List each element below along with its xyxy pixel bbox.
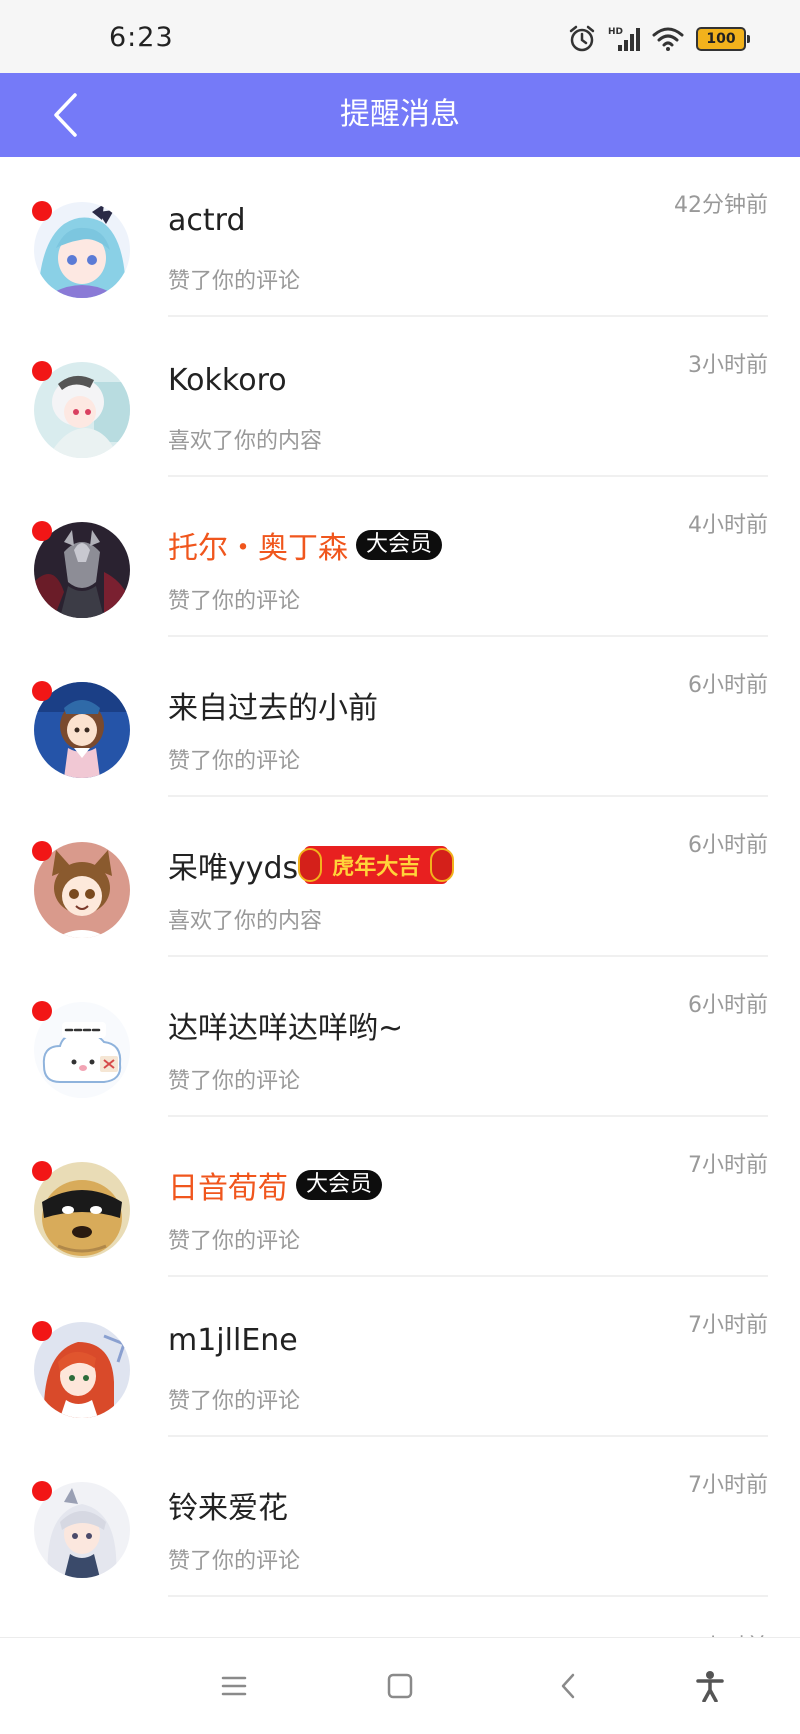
user-name-text: 日音荀荀 bbox=[168, 1171, 288, 1206]
accessibility-icon bbox=[696, 1671, 724, 1702]
unread-dot bbox=[32, 841, 52, 861]
notification-text: 赞了你的评论 bbox=[168, 1389, 301, 1414]
unread-dot bbox=[32, 1321, 52, 1341]
square-icon bbox=[387, 1673, 413, 1699]
list-item[interactable]: Kokkoro 喜欢了你的内容 3小时前 bbox=[0, 317, 800, 477]
notification-time: 6小时前 bbox=[688, 833, 768, 858]
notification-time: 7小时前 bbox=[688, 1473, 768, 1498]
user-name[interactable]: actrd bbox=[168, 203, 246, 238]
unread-dot bbox=[32, 681, 52, 701]
menu-icon bbox=[221, 1676, 247, 1696]
user-name-text: 铃来爱花 bbox=[168, 1491, 288, 1526]
user-name-text: m1jllEne bbox=[168, 1323, 298, 1358]
festival-badge: 虎年大吉 bbox=[298, 846, 455, 884]
vip-badge: 大会员 bbox=[356, 529, 443, 561]
hd-label: HD bbox=[608, 27, 623, 37]
notification-time: 6小时前 bbox=[688, 993, 768, 1018]
status-time: 6:23 bbox=[109, 22, 174, 53]
list-item[interactable]: 来自过去的小前 赞了你的评论 6小时前 bbox=[0, 637, 800, 797]
unread-dot bbox=[32, 1001, 52, 1021]
notification-time: 7小时前 bbox=[688, 1313, 768, 1338]
lantern-icon bbox=[430, 848, 455, 882]
user-name-text: 来自过去的小前 bbox=[168, 691, 378, 726]
notification-time: 3小时前 bbox=[688, 353, 768, 378]
app-header: 提醒消息 bbox=[0, 73, 800, 157]
unread-dot bbox=[32, 1481, 52, 1501]
status-icons: HD 100 bbox=[568, 22, 750, 56]
list-item[interactable]: 托尔・奥丁森 大会员 赞了你的评论 4小时前 bbox=[0, 477, 800, 637]
user-name[interactable]: 铃来爱花 bbox=[168, 1483, 288, 1527]
notification-list: actrd 赞了你的评论 42分钟前 Kokkoro 喜欢了你的内容 3小时前 bbox=[0, 157, 800, 1597]
nav-menu-button[interactable] bbox=[210, 1662, 258, 1710]
unread-dot bbox=[32, 521, 52, 541]
notification-time: 4小时前 bbox=[688, 513, 768, 538]
wifi-icon bbox=[652, 27, 684, 51]
notification-text: 喜欢了你的内容 bbox=[168, 909, 323, 934]
user-name[interactable]: 日音荀荀 大会员 bbox=[168, 1163, 383, 1207]
list-item[interactable]: 呆唯yyds 虎年大吉 喜欢了你的内容 6小时前 bbox=[0, 797, 800, 957]
user-name-text: 呆唯yyds bbox=[168, 851, 299, 886]
nav-home-button[interactable] bbox=[376, 1662, 424, 1710]
status-bar: 6:23 HD 100 bbox=[0, 0, 800, 73]
user-name[interactable]: 达咩达咩达咩哟~ bbox=[168, 1003, 403, 1047]
notification-time: 42分钟前 bbox=[674, 193, 768, 218]
notification-text: 赞了你的评论 bbox=[168, 1069, 301, 1094]
notification-text: 赞了你的评论 bbox=[168, 1549, 301, 1574]
user-name-text: 托尔・奥丁森 bbox=[168, 531, 348, 566]
back-icon bbox=[561, 1673, 575, 1699]
unread-dot bbox=[32, 1161, 52, 1181]
system-nav-bar bbox=[0, 1637, 800, 1734]
unread-dot bbox=[32, 361, 52, 381]
nav-accessibility-button[interactable] bbox=[686, 1662, 734, 1710]
notification-text: 赞了你的评论 bbox=[168, 1229, 301, 1254]
vip-badge: 大会员 bbox=[296, 1169, 383, 1201]
list-item[interactable]: 铃来爱花 赞了你的评论 7小时前 bbox=[0, 1437, 800, 1597]
lantern-icon bbox=[298, 848, 323, 882]
notification-text: 赞了你的评论 bbox=[168, 589, 301, 614]
user-name[interactable]: Kokkoro bbox=[168, 363, 287, 398]
user-name-text: 达咩达咩达咩哟~ bbox=[168, 1011, 404, 1046]
notification-time: 7小时前 bbox=[688, 1629, 768, 1637]
user-name-text: Kokkoro bbox=[168, 363, 287, 398]
page-title: 提醒消息 bbox=[340, 97, 460, 132]
festival-badge-text: 虎年大吉 bbox=[332, 855, 421, 880]
unread-dot bbox=[32, 201, 52, 221]
nav-back-button[interactable] bbox=[544, 1662, 592, 1710]
list-item[interactable]: actrd 赞了你的评论 42分钟前 bbox=[0, 157, 800, 317]
notification-text: 赞了你的评论 bbox=[168, 749, 301, 774]
notification-time: 6小时前 bbox=[688, 673, 768, 698]
battery-level: 100 bbox=[706, 31, 736, 47]
notification-text: 赞了你的评论 bbox=[168, 269, 301, 294]
alarm-icon bbox=[569, 25, 595, 52]
user-name[interactable]: 来自过去的小前 bbox=[168, 683, 378, 727]
list-item-partial[interactable]: 7小时前 bbox=[0, 1599, 800, 1637]
battery-icon: 100 bbox=[696, 27, 750, 51]
notification-time: 7小时前 bbox=[688, 1153, 768, 1178]
list-item[interactable]: 达咩达咩达咩哟~ 赞了你的评论 6小时前 bbox=[0, 957, 800, 1117]
notification-text: 喜欢了你的内容 bbox=[168, 429, 323, 454]
user-name[interactable]: 呆唯yyds 虎年大吉 bbox=[168, 843, 455, 887]
list-item[interactable]: m1jllEne 赞了你的评论 7小时前 bbox=[0, 1277, 800, 1437]
user-name[interactable]: m1jllEne bbox=[168, 1323, 298, 1358]
signal-icon: HD bbox=[608, 27, 640, 51]
divider bbox=[168, 1595, 768, 1597]
user-name-text: actrd bbox=[168, 203, 246, 238]
list-item[interactable]: 日音荀荀 大会员 赞了你的评论 7小时前 bbox=[0, 1117, 800, 1277]
user-name[interactable]: 托尔・奥丁森 大会员 bbox=[168, 523, 443, 567]
